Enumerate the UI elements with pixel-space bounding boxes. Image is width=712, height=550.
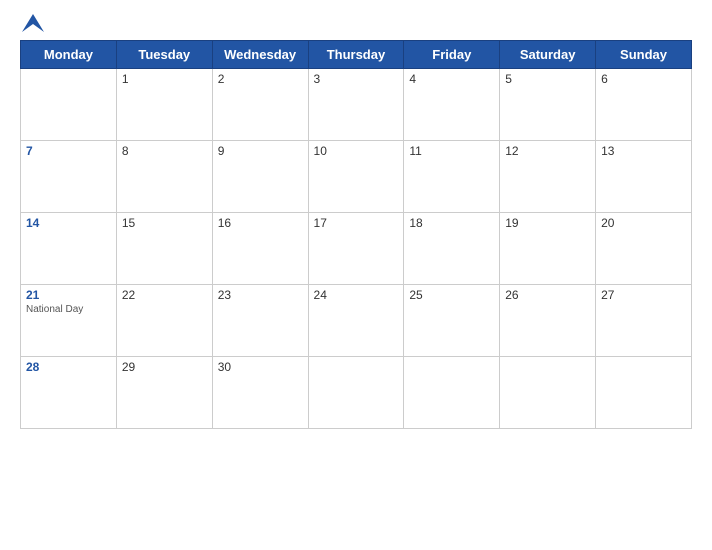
day-number: 17 (314, 216, 399, 230)
weekday-header-thursday: Thursday (308, 41, 404, 69)
day-number: 24 (314, 288, 399, 302)
calendar-week-row: 14 15 16 17 18 19 20 (21, 213, 692, 285)
calendar-cell: 25 (404, 285, 500, 357)
day-number: 1 (122, 72, 207, 86)
calendar-cell: 7 (21, 141, 117, 213)
calendar-cell: 16 (212, 213, 308, 285)
day-number: 23 (218, 288, 303, 302)
day-number: 25 (409, 288, 494, 302)
weekday-header-saturday: Saturday (500, 41, 596, 69)
weekday-header-wednesday: Wednesday (212, 41, 308, 69)
day-number: 9 (218, 144, 303, 158)
calendar-cell: 23 (212, 285, 308, 357)
logo (20, 14, 44, 32)
weekday-header-monday: Monday (21, 41, 117, 69)
weekday-header-tuesday: Tuesday (116, 41, 212, 69)
calendar-cell: 12 (500, 141, 596, 213)
event-label: National Day (26, 304, 111, 315)
calendar-cell (21, 69, 117, 141)
calendar-cell: 14 (21, 213, 117, 285)
day-number: 30 (218, 360, 303, 374)
calendar-cell: 24 (308, 285, 404, 357)
calendar-cell: 3 (308, 69, 404, 141)
calendar-cell: 11 (404, 141, 500, 213)
day-number: 21 (26, 288, 111, 302)
calendar-week-row: 789 10 11 12 13 (21, 141, 692, 213)
weekday-header-sunday: Sunday (596, 41, 692, 69)
day-number: 19 (505, 216, 590, 230)
day-number: 16 (218, 216, 303, 230)
day-number: 26 (505, 288, 590, 302)
calendar-cell: 28 (21, 357, 117, 429)
calendar-cell: 4 (404, 69, 500, 141)
day-number: 4 (409, 72, 494, 86)
calendar-cell: 20 (596, 213, 692, 285)
calendar-cell: 18 (404, 213, 500, 285)
calendar-cell: 30 (212, 357, 308, 429)
day-number: 8 (122, 144, 207, 158)
day-number: 5 (505, 72, 590, 86)
day-number: 15 (122, 216, 207, 230)
day-number: 2 (218, 72, 303, 86)
calendar-cell (500, 357, 596, 429)
calendar-week-row: 123456 (21, 69, 692, 141)
calendar-cell: 5 (500, 69, 596, 141)
calendar-cell: 15 (116, 213, 212, 285)
day-number: 12 (505, 144, 590, 158)
calendar-cell: 8 (116, 141, 212, 213)
day-number: 29 (122, 360, 207, 374)
calendar-cell: 26 (500, 285, 596, 357)
day-number: 6 (601, 72, 686, 86)
day-number: 22 (122, 288, 207, 302)
calendar-cell (596, 357, 692, 429)
day-number: 20 (601, 216, 686, 230)
calendar-cell: 10 (308, 141, 404, 213)
day-number: 7 (26, 144, 111, 158)
calendar-header (20, 10, 692, 36)
calendar-cell: 6 (596, 69, 692, 141)
weekday-header-row: MondayTuesdayWednesdayThursdayFridaySatu… (21, 41, 692, 69)
calendar-cell (308, 357, 404, 429)
calendar-cell: 17 (308, 213, 404, 285)
calendar-week-row: 28 29 30 (21, 357, 692, 429)
calendar-cell: 21 National Day (21, 285, 117, 357)
calendar-cell: 29 (116, 357, 212, 429)
calendar-table: MondayTuesdayWednesdayThursdayFridaySatu… (20, 40, 692, 429)
day-number: 13 (601, 144, 686, 158)
calendar-cell: 2 (212, 69, 308, 141)
calendar-cell (404, 357, 500, 429)
calendar-cell: 1 (116, 69, 212, 141)
calendar-cell: 19 (500, 213, 596, 285)
calendar-week-row: 21 National Day 22 23 24 25 26 27 (21, 285, 692, 357)
calendar-cell: 22 (116, 285, 212, 357)
day-number: 27 (601, 288, 686, 302)
day-number: 18 (409, 216, 494, 230)
calendar-cell: 27 (596, 285, 692, 357)
day-number: 10 (314, 144, 399, 158)
calendar-cell: 13 (596, 141, 692, 213)
day-number: 28 (26, 360, 111, 374)
logo-bird-icon (22, 14, 44, 32)
day-number: 3 (314, 72, 399, 86)
calendar-cell: 9 (212, 141, 308, 213)
day-number: 14 (26, 216, 111, 230)
day-number: 11 (409, 144, 494, 158)
weekday-header-friday: Friday (404, 41, 500, 69)
